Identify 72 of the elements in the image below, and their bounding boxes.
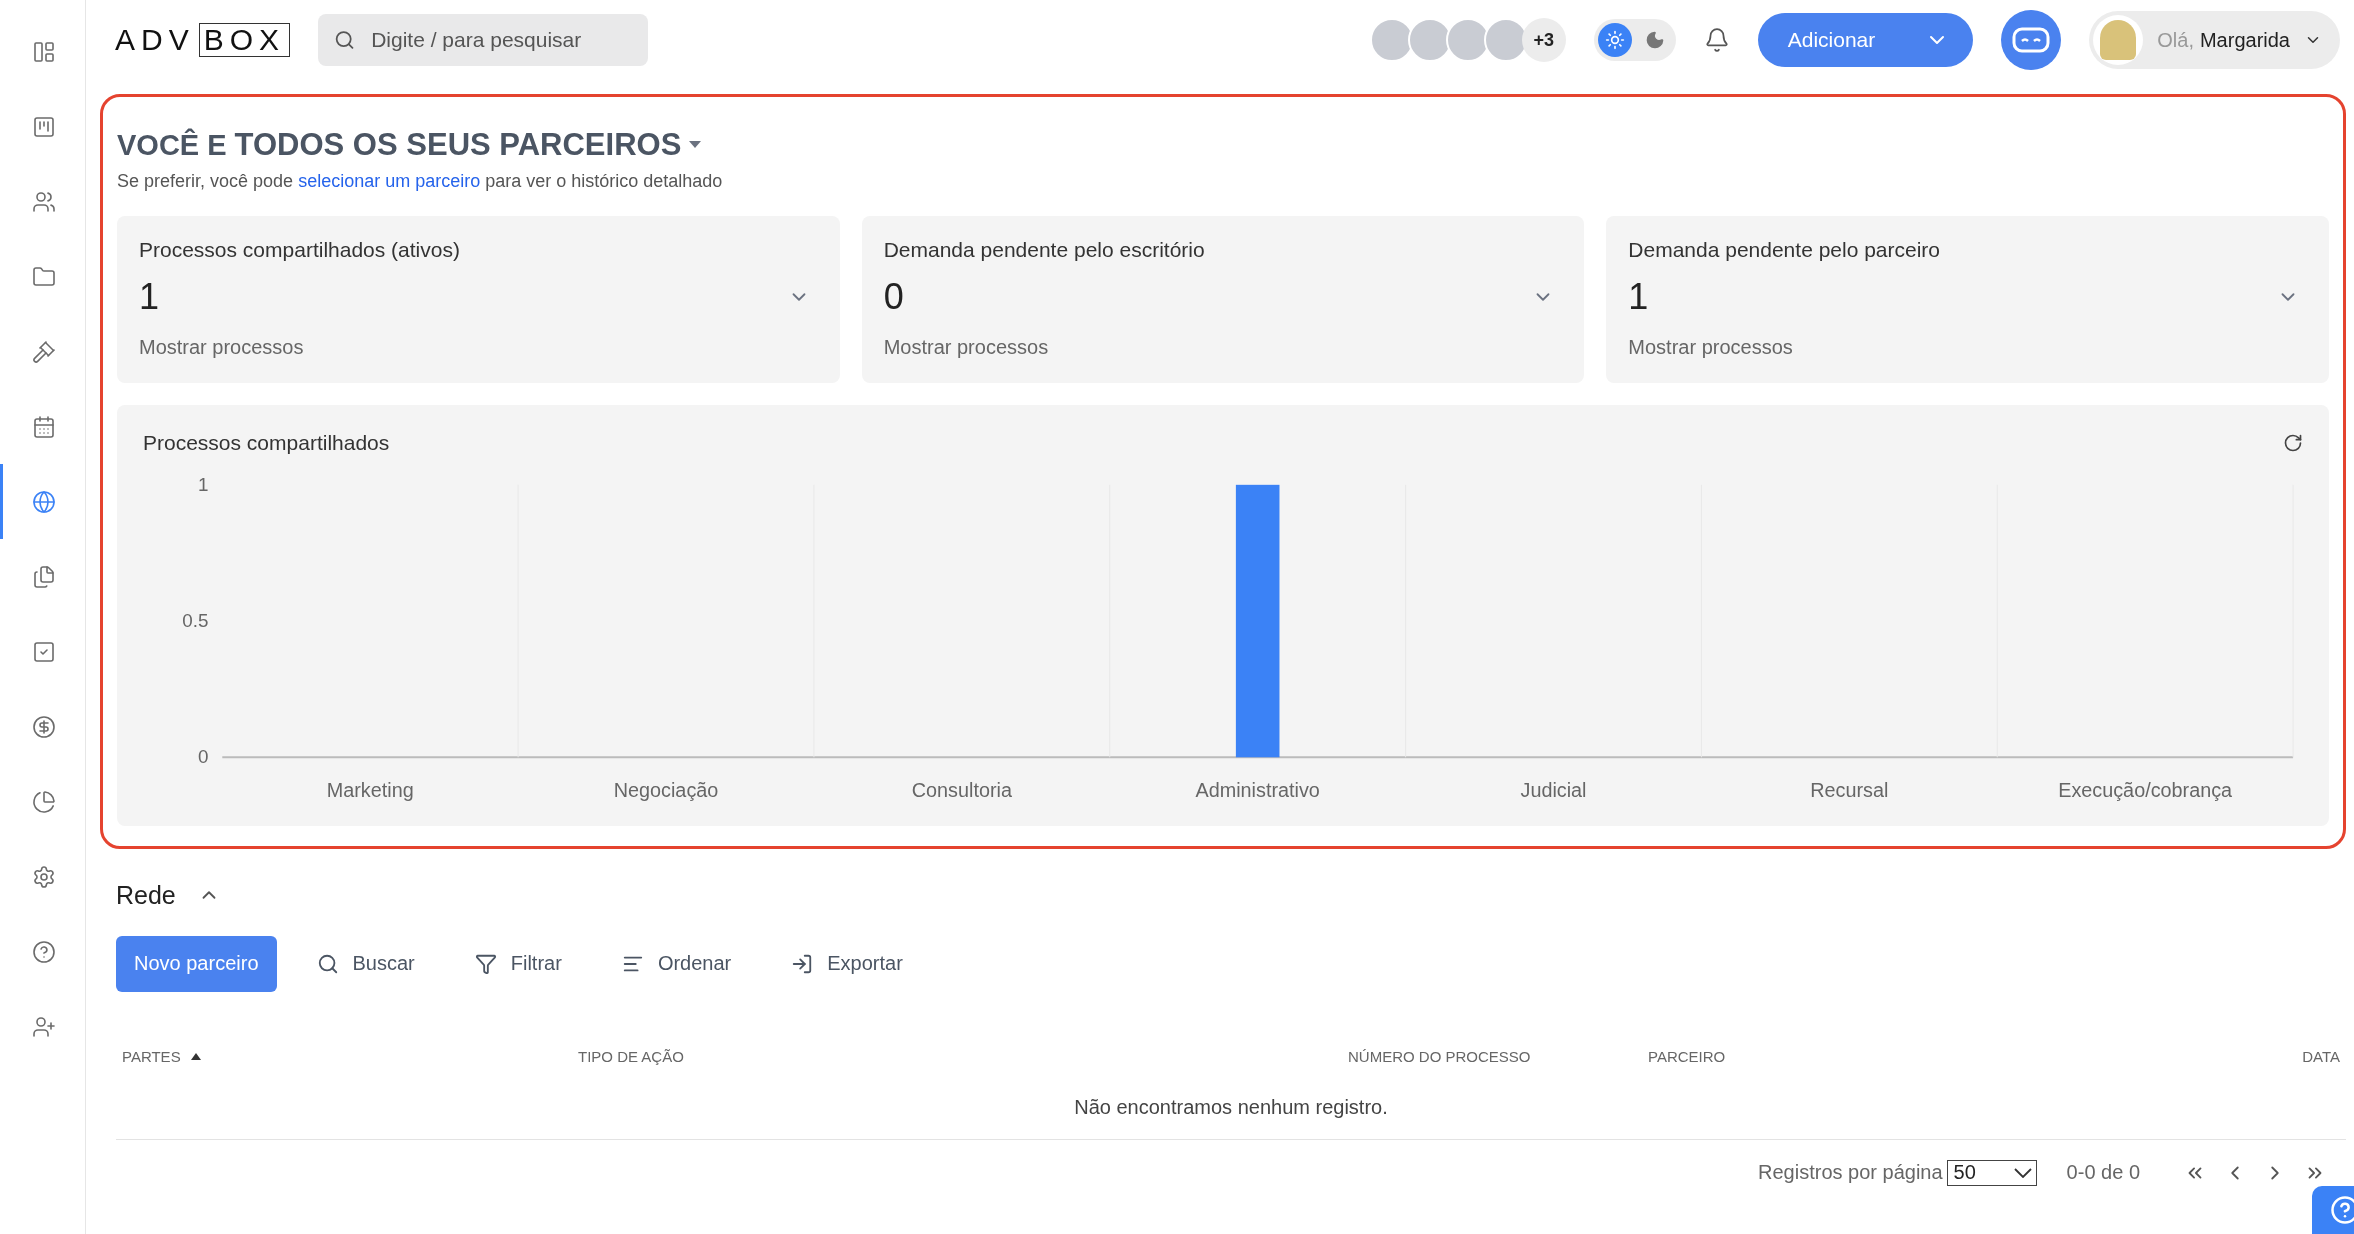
- axis-label: Negociação: [613, 778, 719, 801]
- card-title: Demanda pendente pelo parceiro: [1628, 238, 1942, 262]
- column-header[interactable]: TIPO DE AÇÃO: [578, 1048, 684, 1066]
- card-title: Demanda pendente pelo escritório: [883, 238, 1206, 262]
- gavel-icon: [32, 339, 56, 364]
- user-menu[interactable]: Olá, Margarida: [2089, 11, 2340, 69]
- help-button[interactable]: [2312, 1186, 2354, 1234]
- empty-message: Não encontramos nenhum registro.: [116, 1071, 2346, 1140]
- axis-label: Judicial: [1520, 778, 1587, 801]
- per-page-label: Registros por página: [1758, 1161, 1943, 1185]
- refresh-icon[interactable]: [2283, 433, 2303, 453]
- page-title[interactable]: TODOS OS SEUS PARCEIROS: [234, 127, 682, 163]
- card-value: 0: [883, 276, 904, 318]
- axis-label: 1: [197, 473, 209, 495]
- axis-label: Recursal: [1810, 778, 1889, 801]
- show-processes-link[interactable]: Mostrar processos: [139, 336, 818, 359]
- card-title: Processos compartilhados (ativos): [139, 238, 461, 262]
- page-range: 0-0 de 0: [2066, 1161, 2140, 1185]
- kanban-icon: [32, 114, 56, 139]
- card-value: 1: [1628, 276, 1649, 318]
- theme-toggle[interactable]: [1593, 19, 1676, 61]
- sun-icon[interactable]: [1597, 23, 1632, 57]
- layout-icon: [32, 39, 56, 64]
- new-partner-button[interactable]: Novo parceiro: [116, 935, 277, 992]
- checkbox-icon: [32, 639, 56, 664]
- column-header[interactable]: DATA: [2302, 1048, 2340, 1066]
- more-members-count[interactable]: +3: [1521, 18, 1566, 62]
- chart-title: Processos compartilhados: [143, 431, 390, 455]
- search-button[interactable]: Buscar: [306, 952, 425, 976]
- search-field[interactable]: Digite / para pesquisar: [318, 14, 649, 66]
- filter-button[interactable]: Filtrar: [464, 952, 572, 976]
- add-user-icon: [32, 1014, 56, 1039]
- notification-bell-icon[interactable]: [1703, 27, 1730, 53]
- sort-button[interactable]: Ordenar: [611, 952, 742, 976]
- column-header[interactable]: PARTES: [122, 1048, 181, 1066]
- show-processes-link[interactable]: Mostrar processos: [1628, 336, 2307, 359]
- calendar-icon: [32, 414, 56, 439]
- dollar-icon: [32, 714, 56, 739]
- help-icon: [32, 939, 56, 964]
- search-icon: [316, 952, 339, 975]
- show-processes-link[interactable]: Mostrar processos: [883, 336, 1563, 359]
- folder-icon: [32, 264, 56, 289]
- filter-icon: [474, 952, 497, 975]
- column-header[interactable]: PARCEIRO: [1648, 1048, 1726, 1066]
- axis-label: Consultoria: [911, 778, 1012, 801]
- avatar: [2093, 15, 2144, 65]
- files-icon: [32, 564, 56, 589]
- section-title: Rede: [116, 880, 176, 910]
- search-icon: [334, 28, 356, 52]
- column-header[interactable]: NÚMERO DO PROCESSO: [1348, 1048, 1531, 1066]
- axis-label: Administrativo: [1195, 778, 1320, 801]
- caret-icon[interactable]: [689, 141, 702, 149]
- axis-label: Execução/cobrança: [2058, 778, 2233, 801]
- card-value: 1: [139, 276, 160, 318]
- globe-icon: [32, 489, 56, 514]
- hint-text: Se preferir, você pode selecionar um parceiro para ver o histórico detalhado: [117, 171, 724, 192]
- people-icon: [32, 189, 56, 214]
- help-icon: [2330, 1195, 2354, 1225]
- chevron-down-icon: [2013, 1167, 2032, 1178]
- export-icon: [791, 952, 814, 975]
- settings-icon: [32, 864, 56, 889]
- axis-label: Marketing: [326, 778, 414, 801]
- sort-up-icon[interactable]: [190, 1053, 201, 1061]
- page-title: VOCÊ E: [117, 128, 227, 162]
- per-page-select[interactable]: 50: [1946, 1159, 2037, 1186]
- axis-label: 0: [197, 746, 209, 768]
- search-input[interactable]: Digite / para pesquisar: [369, 27, 633, 53]
- pie-chart-icon: [32, 789, 56, 814]
- add-button[interactable]: Adicionar: [1757, 13, 1974, 67]
- axis-label: 0.5: [182, 610, 209, 631]
- select-partner-link[interactable]: selecionar um parceiro: [298, 171, 481, 191]
- export-button[interactable]: Exportar: [781, 952, 913, 976]
